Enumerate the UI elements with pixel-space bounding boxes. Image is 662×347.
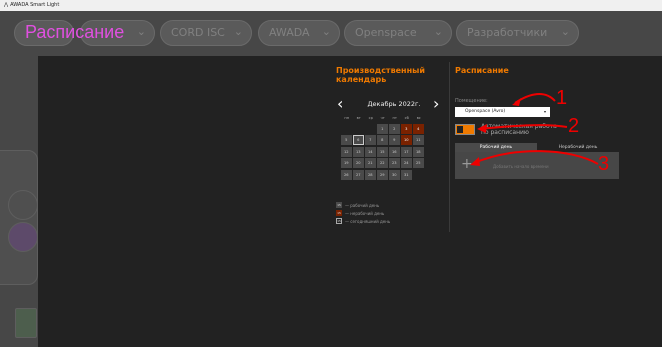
annotation-arrowhead-1 bbox=[512, 98, 521, 106]
annotation-arrows bbox=[470, 93, 599, 166]
annotation-arrowhead-2 bbox=[477, 124, 487, 133]
annotation-arrow-2 bbox=[479, 124, 568, 130]
annotation-arrow-3 bbox=[473, 150, 599, 165]
annotation-label-2: 2 bbox=[568, 115, 580, 137]
annotation-arrow-1 bbox=[514, 93, 556, 104]
annotation-label-3: 3 bbox=[598, 153, 610, 175]
annotation-arrowhead-3 bbox=[470, 157, 480, 166]
annotation-label-1: 1 bbox=[556, 87, 568, 109]
